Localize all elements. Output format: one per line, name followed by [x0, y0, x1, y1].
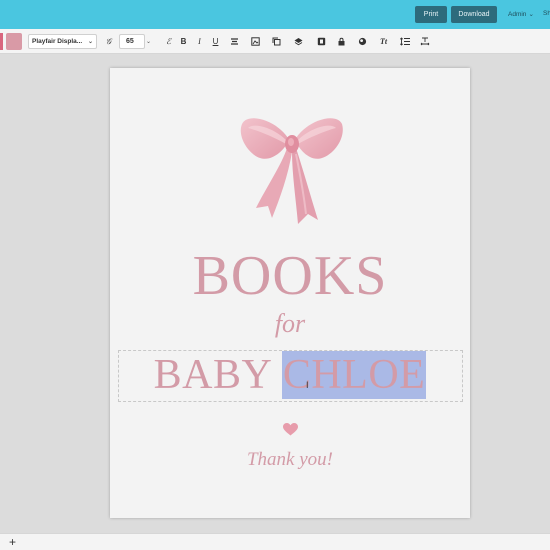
- image-icon[interactable]: [250, 36, 261, 47]
- text-style-icon[interactable]: 𝒢: [103, 36, 114, 47]
- title-books[interactable]: BOOKS: [110, 248, 470, 304]
- font-size-input[interactable]: 65: [119, 34, 145, 49]
- selected-text[interactable]: CHLOE: [281, 351, 427, 399]
- italic-icon[interactable]: I: [194, 36, 205, 47]
- text-effects-icon[interactable]: ℰ: [163, 36, 174, 47]
- admin-menu[interactable]: Admin ⌄: [508, 10, 534, 19]
- add-page-icon[interactable]: +: [9, 535, 16, 549]
- underline-icon[interactable]: U: [210, 36, 221, 47]
- chevron-down-icon: ⌄: [87, 39, 93, 45]
- layers-icon[interactable]: [293, 36, 304, 47]
- line-spacing-icon[interactable]: [399, 36, 410, 47]
- chevron-down-icon: ⌄: [528, 11, 534, 18]
- title-for[interactable]: for: [110, 311, 470, 337]
- design-page[interactable]: BOOKS for BABY CHLOE I Thank you!: [110, 68, 470, 518]
- page-bar: +: [0, 533, 550, 550]
- top-header: Print Download Admin ⌄ Sh: [0, 0, 550, 29]
- baby-text: BABY: [153, 352, 282, 398]
- font-family-select[interactable]: Playfair Displa... ⌄: [28, 34, 97, 49]
- font-family-value: Playfair Displa...: [32, 38, 83, 45]
- bold-icon[interactable]: B: [178, 36, 189, 47]
- heart-icon: [283, 423, 298, 436]
- format-toolbar: Playfair Displa... ⌄ 𝒢 65 ⌄ ℰ B I U Tt: [0, 29, 550, 54]
- accent-color-swatch[interactable]: [0, 33, 3, 50]
- text-cursor-icon: I: [306, 380, 309, 390]
- text-color-swatch[interactable]: [6, 33, 22, 50]
- print-button[interactable]: Print: [415, 6, 447, 23]
- chevron-down-icon[interactable]: ⌄: [146, 38, 151, 45]
- thank-you-text[interactable]: Thank you!: [110, 450, 470, 469]
- bow-illustration: [240, 118, 343, 224]
- admin-label: Admin: [508, 10, 527, 18]
- position-icon[interactable]: [316, 36, 327, 47]
- lock-icon[interactable]: [336, 36, 347, 47]
- effects-icon[interactable]: [357, 36, 368, 47]
- share-menu[interactable]: Sh: [543, 10, 550, 17]
- title-baby-name[interactable]: BABY CHLOE: [110, 351, 470, 399]
- download-button[interactable]: Download: [451, 6, 497, 23]
- align-icon[interactable]: [229, 36, 240, 47]
- letter-spacing-icon[interactable]: [419, 36, 430, 47]
- text-transform-icon[interactable]: Tt: [378, 36, 389, 47]
- duplicate-icon[interactable]: [271, 36, 282, 47]
